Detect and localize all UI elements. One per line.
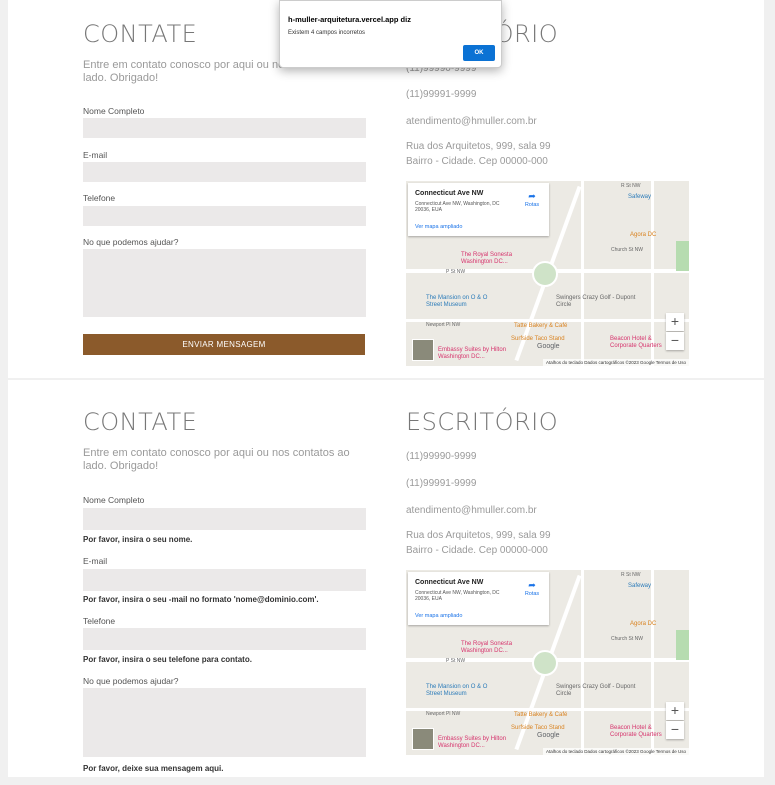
email-label: E-mail: [83, 150, 108, 160]
name-label: Nome Completo: [83, 495, 145, 505]
office-title: ESCRITÓRIO: [406, 408, 559, 436]
map-label-church-st: Church St NW: [611, 636, 643, 642]
message-label: No que podemos ajudar?: [83, 676, 179, 686]
map-label-church-st: Church St NW: [611, 247, 643, 253]
map-satellite-toggle[interactable]: [412, 339, 434, 361]
map-label-p-st: P St NW: [446, 269, 466, 275]
map-poi-surfside[interactable]: Surfside Taco Stand: [511, 336, 565, 342]
map-poi-embassy[interactable]: Embassy Suites by Hilton Washington DC..…: [438, 736, 513, 750]
map-place-address: Connecticut Ave NW, Washington, DC 20036…: [415, 590, 500, 602]
map-zoom-out-button[interactable]: −: [666, 332, 684, 350]
park-area: [676, 241, 689, 271]
office-phone-2: (11)99991-9999: [406, 478, 477, 489]
name-label: Nome Completo: [83, 106, 145, 116]
office-address-1: Rua dos Arquitetos, 999, sala 99: [406, 141, 551, 152]
message-error: Por favor, deixe sua mensagem aqui.: [83, 764, 224, 773]
map-poi-surfside[interactable]: Surfside Taco Stand: [511, 725, 565, 731]
submit-button[interactable]: ENVIAR MENSAGEM: [83, 334, 365, 355]
map-place-card: Connecticut Ave NW Connecticut Ave NW, W…: [408, 183, 549, 236]
map-larger-link[interactable]: Ver mapa ampliado: [415, 224, 462, 230]
map-place-address: Connecticut Ave NW, Washington, DC 20036…: [415, 201, 500, 213]
map-poi-safeway[interactable]: Safeway: [628, 194, 651, 200]
phone-label: Telefone: [83, 616, 116, 626]
map-poi-swingers[interactable]: Swingers Crazy Golf - Dupont Circle: [556, 684, 636, 698]
map-label-r-st: R St NW: [621, 183, 641, 189]
map-directions-button[interactable]: ➦ Rotas: [520, 191, 544, 208]
email-label: E-mail: [83, 556, 108, 566]
directions-icon: ➦: [528, 191, 536, 201]
map-directions-label: Rotas: [524, 202, 540, 208]
google-logo: Google: [537, 732, 560, 739]
message-textarea[interactable]: [83, 249, 366, 317]
office-phone-1: (11)99990-9999: [406, 451, 477, 462]
office-email: atendimento@hmuller.com.br: [406, 116, 537, 127]
phone-label: Telefone: [83, 193, 116, 203]
dupont-circle: [532, 261, 558, 287]
map-place-name: Connecticut Ave NW: [415, 190, 484, 197]
map-poi-safeway[interactable]: Safeway: [628, 583, 651, 589]
office-address-2: Bairro - Cidade. Cep 00000-000: [406, 545, 548, 556]
map-zoom-in-button[interactable]: +: [666, 702, 684, 720]
google-logo: Google: [537, 343, 560, 350]
map-label-newport: Newport Pl NW: [426, 322, 461, 328]
message-textarea[interactable]: [83, 688, 366, 757]
map-poi-tatte[interactable]: Tatte Bakery & Café: [514, 712, 567, 718]
map-place-name: Connecticut Ave NW: [415, 579, 484, 586]
alert-title: h-muller-arquitetura.vercel.app diz: [288, 15, 411, 24]
map-zoom-out-button[interactable]: −: [666, 721, 684, 739]
map-poi-embassy[interactable]: Embassy Suites by Hilton Washington DC..…: [438, 347, 513, 361]
phone-input[interactable]: [83, 628, 366, 650]
email-error: Por favor, insira o seu -mail no formato…: [83, 595, 319, 604]
map-poi-beacon[interactable]: Beacon Hotel & Corporate Quarters: [610, 725, 670, 739]
map-road: [581, 181, 584, 366]
contact-panel-bottom: CONTATE Entre em contato conosco por aqu…: [8, 380, 764, 777]
map-poi-tatte[interactable]: Tatte Bakery & Café: [514, 323, 567, 329]
map-poi-agora[interactable]: Agora DC: [630, 232, 656, 238]
map-poi-mansion[interactable]: The Mansion on O & O Street Museum: [426, 295, 496, 309]
map-footer: Atalhos do teclado Dados cartográficos ©…: [542, 359, 689, 366]
email-input[interactable]: [83, 162, 366, 182]
contact-title: CONTATE: [83, 20, 198, 48]
office-email: atendimento@hmuller.com.br: [406, 505, 537, 516]
message-label: No que podemos ajudar?: [83, 237, 179, 247]
embedded-map[interactable]: R St NW Church St NW P St NW Newport Pl …: [406, 181, 689, 366]
map-poi-mansion[interactable]: The Mansion on O & O Street Museum: [426, 684, 496, 698]
alert-message: Existem 4 campos incorretos: [288, 30, 366, 36]
directions-icon: ➦: [528, 580, 536, 590]
map-zoom-in-button[interactable]: +: [666, 313, 684, 331]
name-input[interactable]: [83, 508, 366, 530]
map-poi-beacon[interactable]: Beacon Hotel & Corporate Quarters: [610, 336, 670, 350]
phone-input[interactable]: [83, 206, 366, 226]
park-area: [676, 630, 689, 660]
phone-error: Por favor, insira o seu telefone para co…: [83, 655, 252, 664]
name-error: Por favor, insira o seu nome.: [83, 535, 193, 544]
map-larger-link[interactable]: Ver mapa ampliado: [415, 613, 462, 619]
contact-intro: Entre em contato conosco por aqui ou nos…: [83, 447, 350, 472]
map-directions-button[interactable]: ➦ Rotas: [520, 580, 544, 597]
contact-title: CONTATE: [83, 408, 198, 436]
map-poi-royal-sonesta[interactable]: The Royal Sonesta Washington DC...: [461, 641, 531, 655]
map-place-card: Connecticut Ave NW Connecticut Ave NW, W…: [408, 572, 549, 625]
name-input[interactable]: [83, 118, 366, 138]
map-road: [581, 570, 584, 755]
alert-dialog: h-muller-arquitetura.vercel.app diz Exis…: [279, 0, 502, 68]
office-address-2: Bairro - Cidade. Cep 00000-000: [406, 156, 548, 167]
dupont-circle: [532, 650, 558, 676]
office-address-1: Rua dos Arquitetos, 999, sala 99: [406, 530, 551, 541]
map-satellite-toggle[interactable]: [412, 728, 434, 750]
office-phone-2: (11)99991-9999: [406, 89, 477, 100]
map-footer: Atalhos do teclado Dados cartográficos ©…: [542, 748, 689, 755]
embedded-map[interactable]: R St NW Church St NW P St NW Newport Pl …: [406, 570, 689, 755]
map-poi-royal-sonesta[interactable]: The Royal Sonesta Washington DC...: [461, 252, 531, 266]
map-label-r-st: R St NW: [621, 572, 641, 578]
map-label-newport: Newport Pl NW: [426, 711, 461, 717]
map-poi-agora[interactable]: Agora DC: [630, 621, 656, 627]
map-label-p-st: P St NW: [446, 658, 466, 664]
map-poi-swingers[interactable]: Swingers Crazy Golf - Dupont Circle: [556, 295, 636, 309]
email-input[interactable]: [83, 569, 366, 591]
alert-ok-button[interactable]: OK: [463, 45, 495, 61]
map-directions-label: Rotas: [524, 591, 540, 597]
